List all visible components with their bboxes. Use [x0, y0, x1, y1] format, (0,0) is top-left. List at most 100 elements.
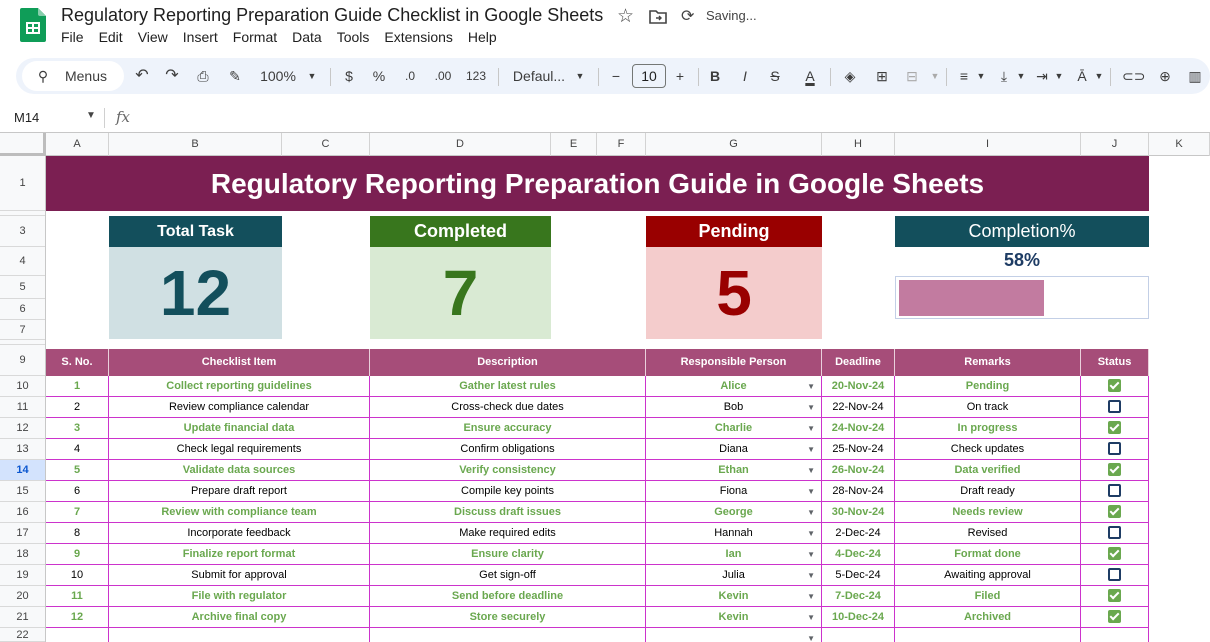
completed-label[interactable]: Completed: [370, 216, 551, 247]
table-cell-status[interactable]: [1081, 418, 1149, 439]
strikethrough-button[interactable]: S: [766, 58, 784, 94]
table-cell-sno[interactable]: 12: [46, 607, 109, 628]
table-cell-remarks[interactable]: Needs review: [895, 502, 1081, 523]
italic-button[interactable]: I: [736, 58, 754, 94]
row-header-12[interactable]: 12: [0, 418, 45, 439]
table-cell-description[interactable]: Send before deadline: [370, 586, 646, 607]
checkbox-checked[interactable]: [1108, 546, 1121, 560]
table-cell-deadline[interactable]: 25-Nov-24: [822, 439, 895, 460]
column-header-a[interactable]: A: [46, 133, 109, 156]
column-header-h[interactable]: H: [822, 133, 895, 156]
table-header-deadline[interactable]: Deadline: [822, 349, 895, 376]
text-color-button[interactable]: A: [800, 58, 820, 94]
table-cell-remarks[interactable]: Draft ready: [895, 481, 1081, 502]
table-cell-checklist-item[interactable]: Incorporate feedback: [109, 523, 370, 544]
table-cell-responsible-person[interactable]: Alice ▼: [646, 376, 822, 397]
table-cell-remarks[interactable]: Filed: [895, 586, 1081, 607]
checkbox-checked[interactable]: [1108, 588, 1121, 602]
table-cell-checklist-item[interactable]: Collect reporting guidelines: [109, 376, 370, 397]
menu-insert[interactable]: Insert: [183, 29, 218, 45]
menu-help[interactable]: Help: [468, 29, 497, 45]
select-all-corner[interactable]: [0, 133, 46, 156]
table-cell-remarks[interactable]: Revised: [895, 523, 1081, 544]
total-task-label[interactable]: Total Task: [109, 216, 282, 247]
table-cell-empty[interactable]: ▼: [646, 628, 822, 642]
table-cell-responsible-person[interactable]: Hannah ▼: [646, 523, 822, 544]
table-cell-checklist-item[interactable]: File with regulator: [109, 586, 370, 607]
move-folder-icon[interactable]: [649, 8, 667, 24]
text-wrapping-icon[interactable]: ⇥: [1032, 58, 1052, 94]
insert-chart-icon[interactable]: ▥: [1184, 58, 1206, 94]
table-header-remarks[interactable]: Remarks: [895, 349, 1081, 376]
table-cell-responsible-person[interactable]: Ethan ▼: [646, 460, 822, 481]
sheets-logo-icon[interactable]: [20, 8, 46, 42]
checkbox-unchecked[interactable]: [1108, 567, 1121, 581]
table-cell-deadline[interactable]: 28-Nov-24: [822, 481, 895, 502]
row-header-1[interactable]: 1: [0, 156, 45, 211]
dropdown-chevron-icon[interactable]: ▼: [807, 628, 815, 642]
table-cell-description[interactable]: Store securely: [370, 607, 646, 628]
checkbox-checked[interactable]: [1108, 609, 1121, 623]
table-cell-deadline[interactable]: 4-Dec-24: [822, 544, 895, 565]
completion-label[interactable]: Completion%: [895, 216, 1149, 247]
dropdown-chevron-icon[interactable]: ▼: [807, 481, 815, 501]
table-cell-description[interactable]: Verify consistency: [370, 460, 646, 481]
table-cell-remarks[interactable]: Data verified: [895, 460, 1081, 481]
sheet-banner-title[interactable]: Regulatory Reporting Preparation Guide i…: [46, 156, 1149, 211]
table-cell-empty[interactable]: [109, 628, 370, 642]
row-header-19[interactable]: 19: [0, 565, 45, 586]
insert-link-icon[interactable]: ⊂⊃: [1122, 58, 1145, 94]
dropdown-chevron-icon[interactable]: ▼: [807, 418, 815, 438]
row-header-4[interactable]: 4: [0, 247, 45, 276]
table-cell-deadline[interactable]: 10-Dec-24: [822, 607, 895, 628]
insert-comment-icon[interactable]: ⊕: [1154, 58, 1176, 94]
print-icon[interactable]: ⎙: [192, 58, 214, 94]
table-cell-status[interactable]: [1081, 523, 1149, 544]
menu-format[interactable]: Format: [233, 29, 277, 45]
table-cell-remarks[interactable]: Pending: [895, 376, 1081, 397]
table-cell-deadline[interactable]: 20-Nov-24: [822, 376, 895, 397]
table-cell-deadline[interactable]: 7-Dec-24: [822, 586, 895, 607]
table-cell-status[interactable]: [1081, 502, 1149, 523]
row-header-13[interactable]: 13: [0, 439, 45, 460]
table-cell-deadline[interactable]: 30-Nov-24: [822, 502, 895, 523]
table-cell-sno[interactable]: 3: [46, 418, 109, 439]
chevron-down-icon[interactable]: ▼: [574, 58, 586, 94]
currency-format-button[interactable]: $: [340, 58, 358, 94]
table-cell-checklist-item[interactable]: Update financial data: [109, 418, 370, 439]
table-header-status[interactable]: Status: [1081, 349, 1149, 376]
table-cell-status[interactable]: [1081, 544, 1149, 565]
table-cell-checklist-item[interactable]: Submit for approval: [109, 565, 370, 586]
column-header-g[interactable]: G: [646, 133, 822, 156]
table-cell-description[interactable]: Ensure accuracy: [370, 418, 646, 439]
table-cell-remarks[interactable]: Awaiting approval: [895, 565, 1081, 586]
row-header-5[interactable]: 5: [0, 276, 45, 299]
table-header-description[interactable]: Description: [370, 349, 646, 376]
redo-icon[interactable]: ↷: [162, 58, 182, 94]
table-cell-remarks[interactable]: Archived: [895, 607, 1081, 628]
table-cell-sno[interactable]: 2: [46, 397, 109, 418]
star-icon[interactable]: ☆: [617, 5, 634, 28]
table-cell-empty[interactable]: [1081, 628, 1149, 642]
chevron-down-icon[interactable]: ▼: [86, 110, 96, 121]
menu-edit[interactable]: Edit: [99, 29, 123, 45]
document-title[interactable]: Regulatory Reporting Preparation Guide C…: [61, 5, 603, 26]
menu-extensions[interactable]: Extensions: [384, 29, 452, 45]
row-header-22[interactable]: 22: [0, 628, 45, 642]
table-cell-status[interactable]: [1081, 607, 1149, 628]
column-header-f[interactable]: F: [597, 133, 646, 156]
table-cell-checklist-item[interactable]: Archive final copy: [109, 607, 370, 628]
dropdown-chevron-icon[interactable]: ▼: [807, 607, 815, 627]
table-cell-responsible-person[interactable]: George ▼: [646, 502, 822, 523]
increase-font-size-button[interactable]: +: [672, 58, 688, 94]
fill-color-icon[interactable]: ◈: [840, 58, 860, 94]
table-cell-description[interactable]: Discuss draft issues: [370, 502, 646, 523]
bold-button[interactable]: B: [706, 58, 724, 94]
pending-label[interactable]: Pending: [646, 216, 822, 247]
total-task-value[interactable]: 12: [109, 247, 282, 339]
table-cell-remarks[interactable]: On track: [895, 397, 1081, 418]
menu-data[interactable]: Data: [292, 29, 322, 45]
completed-value[interactable]: 7: [370, 247, 551, 339]
table-cell-status[interactable]: [1081, 586, 1149, 607]
search-menus[interactable]: ⚲ Menus: [22, 61, 124, 91]
